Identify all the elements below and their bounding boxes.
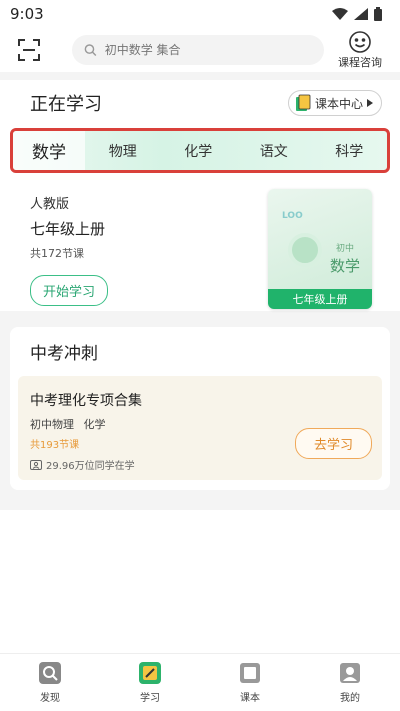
book-center-label: 课本中心 <box>314 96 363 111</box>
bottom-nav: 发现 学习 课本 我的 <box>0 653 400 711</box>
go-learn-button[interactable]: 去学习 <box>294 428 372 459</box>
search-bar[interactable] <box>72 35 324 65</box>
exam-section: 中考冲刺 中考理化专项合集 初中物理 化学 共193节课 29.96万位同学在学… <box>0 327 400 498</box>
tab-science[interactable]: 科学 <box>312 131 388 170</box>
course-lesson-count: 共172节课 <box>30 247 84 260</box>
tab-physics[interactable]: 物理 <box>85 131 161 170</box>
tab-chemistry[interactable]: 化学 <box>161 131 237 170</box>
course-edition: 人教版 <box>30 197 70 212</box>
nav-study[interactable]: 学习 <box>100 654 200 711</box>
discover-icon <box>39 662 61 684</box>
pack-name: 中考理化专项合集 <box>30 393 142 409</box>
wifi-icon <box>332 8 348 20</box>
nav-discover-label: 发现 <box>40 693 60 704</box>
status-time: 9:03 <box>10 5 44 23</box>
cover-logo: LOO <box>282 211 303 221</box>
divider <box>0 498 400 510</box>
pack-learners: 29.96万位同学在学 <box>30 457 372 472</box>
profile-icon <box>340 663 360 683</box>
nav-study-label: 学习 <box>140 693 160 704</box>
battery-icon <box>374 7 382 21</box>
exam-title: 中考冲刺 <box>30 344 98 364</box>
consult-label: 课程咨询 <box>338 56 382 69</box>
cover-grade-ribbon: 七年级上册 <box>268 289 372 309</box>
nav-profile-label: 我的 <box>340 693 360 704</box>
cover-subject: 数学 <box>329 257 360 275</box>
scan-icon[interactable] <box>16 37 42 63</box>
nav-textbook-label: 课本 <box>240 693 260 704</box>
exam-card: 中考冲刺 中考理化专项合集 初中物理 化学 共193节课 29.96万位同学在学… <box>10 327 390 490</box>
status-icons <box>332 7 382 21</box>
textbook-icon <box>240 663 260 683</box>
study-header: 正在学习 课本中心 <box>0 80 400 126</box>
nav-textbook[interactable]: 课本 <box>200 654 300 711</box>
nav-profile[interactable]: 我的 <box>300 654 400 711</box>
divider <box>0 72 400 80</box>
cover-level: 初中 <box>335 244 354 254</box>
divider <box>0 311 400 327</box>
top-bar: 课程咨询 <box>0 28 400 72</box>
search-input[interactable] <box>104 43 312 57</box>
course-pack-item[interactable]: 中考理化专项合集 初中物理 化学 共193节课 29.96万位同学在学 去学习 <box>18 376 382 480</box>
study-icon <box>139 662 161 684</box>
chevron-right-icon <box>367 99 373 107</box>
users-icon <box>30 459 42 470</box>
start-learning-button[interactable]: 开始学习 <box>30 275 109 306</box>
smile-icon <box>349 31 371 53</box>
current-course-card: 人教版 七年级上册 共172节课 开始学习 LOO 初中 数学 七年级上册 <box>0 173 400 311</box>
book-center-button[interactable]: 课本中心 <box>287 90 382 116</box>
cover-circle-graphic <box>288 233 322 267</box>
book-icon <box>295 94 311 111</box>
tab-chinese[interactable]: 语文 <box>236 131 312 170</box>
study-title: 正在学习 <box>30 94 102 115</box>
subject-tabs: 数学 物理 化学 语文 科学 <box>10 128 390 173</box>
signal-icon <box>354 8 368 20</box>
consult-button[interactable]: 课程咨询 <box>336 30 384 70</box>
course-info: 人教版 七年级上册 共172节课 开始学习 <box>30 189 109 306</box>
search-icon <box>84 44 97 56</box>
tab-math[interactable]: 数学 <box>13 131 85 170</box>
nav-discover[interactable]: 发现 <box>0 654 100 711</box>
course-grade: 七年级上册 <box>30 220 106 238</box>
pack-learners-text: 29.96万位同学在学 <box>46 461 135 472</box>
textbook-cover[interactable]: LOO 初中 数学 七年级上册 <box>268 189 372 309</box>
status-bar: 9:03 <box>0 0 400 28</box>
